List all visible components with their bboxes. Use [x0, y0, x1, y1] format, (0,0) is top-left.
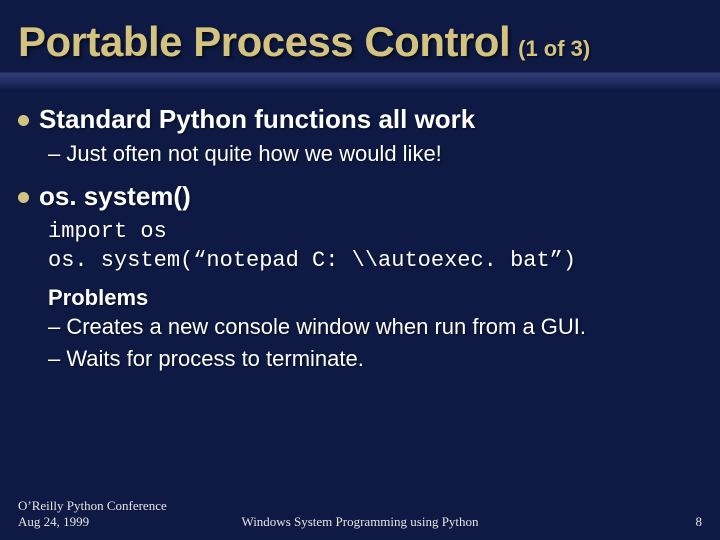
bullet-icon — [18, 115, 29, 126]
bullet-2: os. system() — [18, 181, 702, 212]
page-number: 8 — [696, 514, 703, 530]
bullet-1: Standard Python functions all work — [18, 104, 702, 135]
footer-conference: O’Reilly Python Conference — [18, 498, 167, 514]
footer-date: Aug 24, 1999 — [18, 514, 167, 530]
slide-title: Portable Process Control — [18, 18, 510, 66]
title-divider — [0, 72, 720, 90]
code-line-2: os. system(“notepad C: \\autoexec. bat”) — [48, 247, 702, 276]
footer-center: Windows System Programming using Python — [241, 514, 478, 530]
code-line-1: import os — [48, 218, 702, 247]
problem-item-1: – Creates a new console window when run … — [48, 313, 702, 341]
bullet-1-sub-1: – Just often not quite how we would like… — [48, 141, 702, 167]
problems-heading: Problems — [48, 285, 702, 311]
bullet-2-text: os. system() — [39, 181, 191, 212]
slide: Portable Process Control (1 of 3) Standa… — [0, 0, 720, 540]
title-row: Portable Process Control (1 of 3) — [18, 18, 702, 66]
slide-count: (1 of 3) — [518, 36, 590, 62]
bullet-icon — [18, 192, 29, 203]
problem-item-2: – Waits for process to terminate. — [48, 345, 702, 373]
content-area: Standard Python functions all work – Jus… — [18, 104, 702, 540]
code-block: import os os. system(“notepad C: \\autoe… — [48, 218, 702, 275]
footer-left: O’Reilly Python Conference Aug 24, 1999 — [18, 498, 167, 531]
footer: O’Reilly Python Conference Aug 24, 1999 … — [18, 498, 702, 531]
bullet-1-text: Standard Python functions all work — [39, 104, 475, 135]
